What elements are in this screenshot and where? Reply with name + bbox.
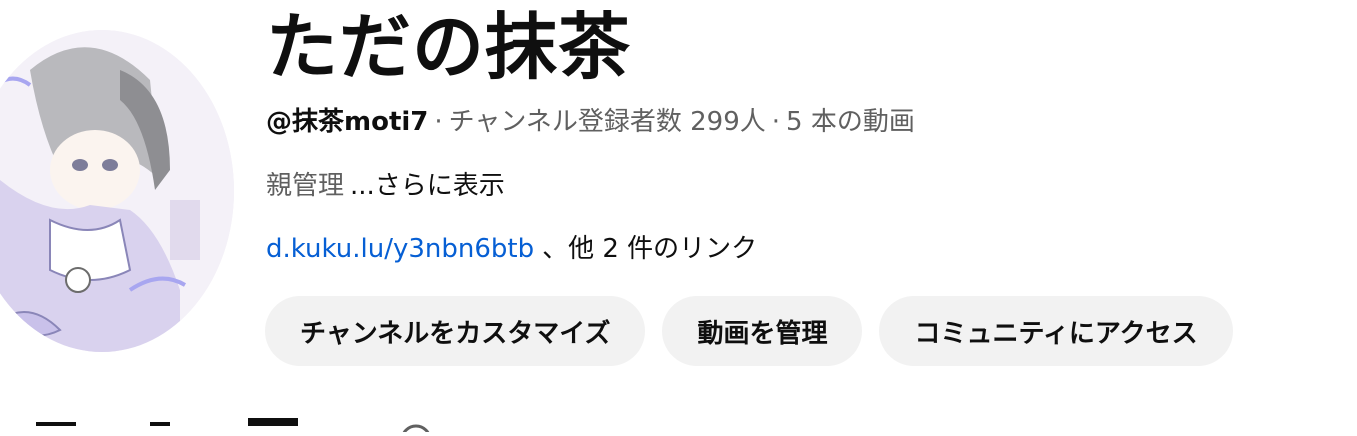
channel-handle: @抹茶moti7 bbox=[266, 107, 429, 137]
channel-link[interactable]: d.kuku.lu/y3nbn6btb bbox=[266, 234, 534, 264]
avatar-illustration bbox=[0, 30, 234, 352]
subscriber-count: チャンネル登録者数 299人 bbox=[448, 107, 766, 137]
customize-channel-button[interactable]: チャンネルをカスタマイズ bbox=[265, 296, 646, 366]
tab-row-partial bbox=[0, 412, 500, 436]
channel-avatar[interactable] bbox=[0, 30, 234, 352]
community-button[interactable]: コミュニティにアクセス bbox=[879, 296, 1233, 366]
clipped-tab-glyphs bbox=[36, 418, 431, 436]
meta-separator: · bbox=[771, 107, 781, 137]
video-count: 5 本の動画 bbox=[786, 107, 915, 137]
more-links[interactable]: 、他 2 件のリンク bbox=[542, 234, 757, 264]
channel-title: ただの抹茶 bbox=[266, 5, 632, 89]
description-text: 親管理 bbox=[266, 171, 345, 201]
channel-description[interactable]: 親管理 ...さらに表示 bbox=[266, 169, 505, 203]
meta-separator: · bbox=[434, 107, 443, 137]
channel-actions: チャンネルをカスタマイズ 動画を管理 コミュニティにアクセス bbox=[265, 296, 1233, 366]
manage-videos-button[interactable]: 動画を管理 bbox=[662, 296, 863, 366]
channel-meta: @抹茶moti7 · チャンネル登録者数 299人 · 5 本の動画 bbox=[266, 105, 915, 139]
channel-links: d.kuku.lu/y3nbn6btb 、他 2 件のリンク bbox=[266, 232, 757, 266]
show-more-link[interactable]: ...さらに表示 bbox=[350, 171, 505, 201]
